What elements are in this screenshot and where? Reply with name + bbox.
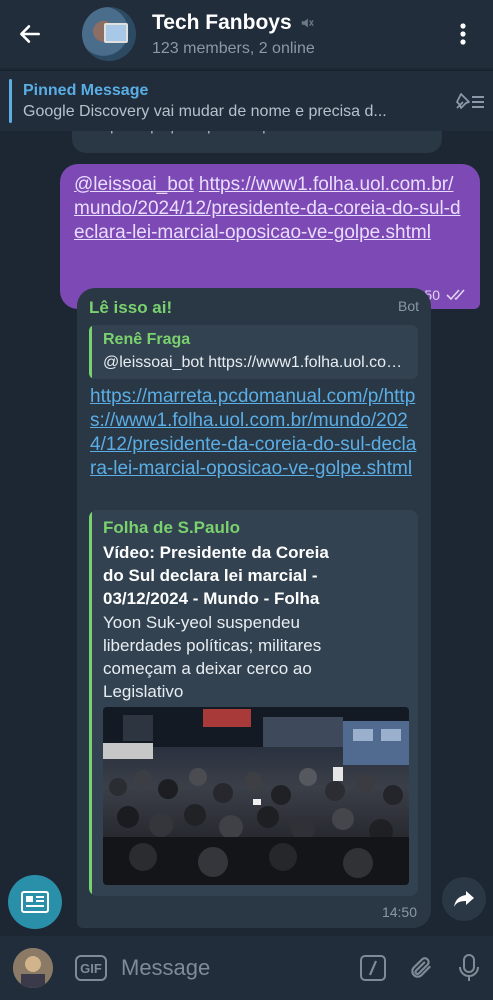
chat-title: Tech Fanboys: [152, 10, 292, 34]
sender-name[interactable]: Lê isso ai!: [89, 298, 172, 318]
more-vertical-icon: [460, 23, 466, 45]
message-composer: GIF Message: [0, 936, 493, 1000]
outgoing-text: @leissoai_bot https://www1.folha.uol.com…: [74, 173, 466, 245]
group-avatar[interactable]: [82, 7, 136, 61]
back-button[interactable]: [0, 0, 60, 68]
preview-title: Vídeo: Presidente da Coreia do Sul decla…: [103, 543, 329, 608]
pinned-list-button[interactable]: [447, 90, 493, 112]
link-preview[interactable]: Folha de S.Paulo Vídeo: Presidente da Co…: [89, 510, 418, 896]
bot-mention-link[interactable]: @leissoai_bot: [74, 174, 194, 195]
double-check-icon: [446, 289, 465, 301]
reply-snippet: @leissoai_bot https://www1.folha.uol.com…: [103, 354, 408, 371]
preview-image[interactable]: [103, 707, 409, 885]
attach-button[interactable]: [397, 936, 445, 1000]
preview-site-name: Folha de S.Paulo: [103, 518, 240, 537]
muted-speaker-icon: [301, 18, 314, 27]
bot-commands-button[interactable]: [349, 936, 397, 1000]
preview-description: Yoon Suk-yeol suspendeu liberdades polít…: [103, 613, 322, 701]
share-arrow-icon: [454, 891, 474, 907]
voice-record-button[interactable]: [445, 936, 493, 1000]
pinned-message-bar[interactable]: Pinned Message Google Discovery vai muda…: [0, 70, 493, 131]
more-options-button[interactable]: [443, 0, 483, 68]
pin-list-icon: [456, 93, 484, 109]
arrow-left-icon: [20, 25, 40, 43]
send-as-avatar[interactable]: [13, 948, 53, 988]
chat-subtitle: 123 members, 2 online: [152, 39, 315, 57]
newspaper-icon: [21, 891, 49, 913]
instant-view-button[interactable]: [8, 875, 62, 929]
previous-message[interactable]: Clique aqui para provar que você é human…: [72, 131, 442, 153]
message-list[interactable]: Clique aqui para provar que você é human…: [0, 131, 493, 936]
message-input[interactable]: Message: [121, 955, 349, 981]
user-photo: [13, 948, 53, 988]
paperclip-icon: [411, 957, 431, 978]
slash-command-icon: [360, 955, 386, 981]
chat-header: Tech Fanboys 123 members, 2 online: [0, 0, 493, 68]
incoming-time: 14:50: [381, 904, 417, 920]
bot-reply-link[interactable]: https://marreta.pcdomanual.com/p/https:/…: [90, 385, 420, 481]
reply-quote[interactable]: Renê Fraga @leissoai_bot https://www1.fo…: [89, 325, 418, 379]
bot-badge: Bot: [397, 298, 419, 314]
crowd-photo: [103, 707, 409, 885]
pinned-indicator: [9, 79, 12, 123]
pinned-body: Google Discovery vai mudar de nome e pre…: [23, 102, 387, 120]
reply-author: Renê Fraga: [103, 331, 191, 348]
pinned-title: Pinned Message: [23, 81, 149, 99]
chat-title-area[interactable]: Tech Fanboys 123 members, 2 online: [152, 11, 443, 58]
gif-button[interactable]: GIF: [75, 955, 107, 981]
share-button[interactable]: [442, 877, 486, 921]
microphone-icon: [459, 954, 479, 981]
incoming-message[interactable]: Lê isso ai! Bot Renê Fraga @leissoai_bot…: [77, 288, 431, 928]
